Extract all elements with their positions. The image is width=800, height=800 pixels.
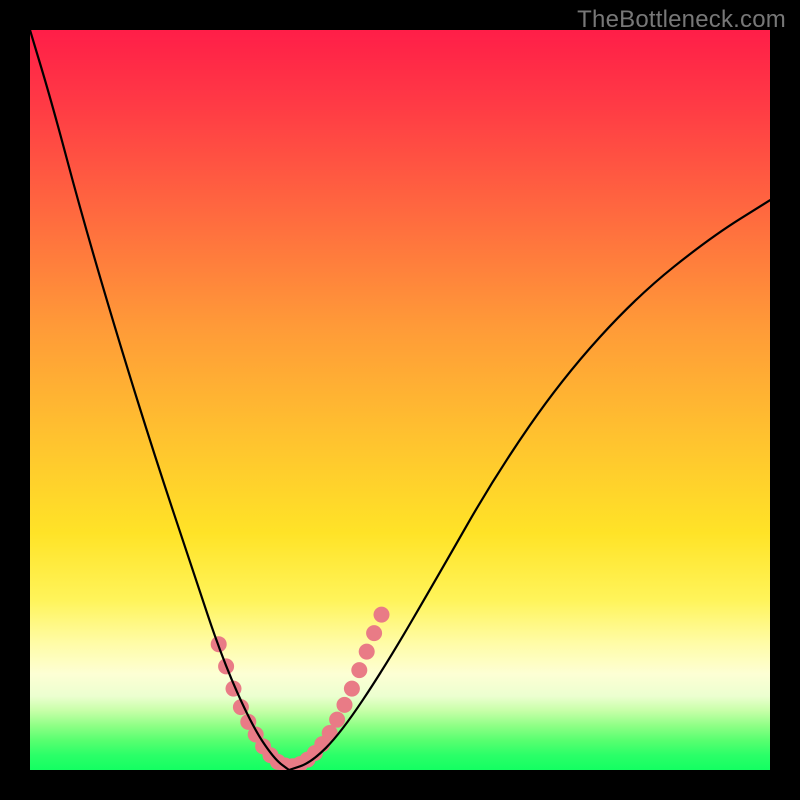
chart-stage: TheBottleneck.com [0, 0, 800, 800]
background-gradient [30, 30, 770, 770]
plot-area [30, 30, 770, 770]
